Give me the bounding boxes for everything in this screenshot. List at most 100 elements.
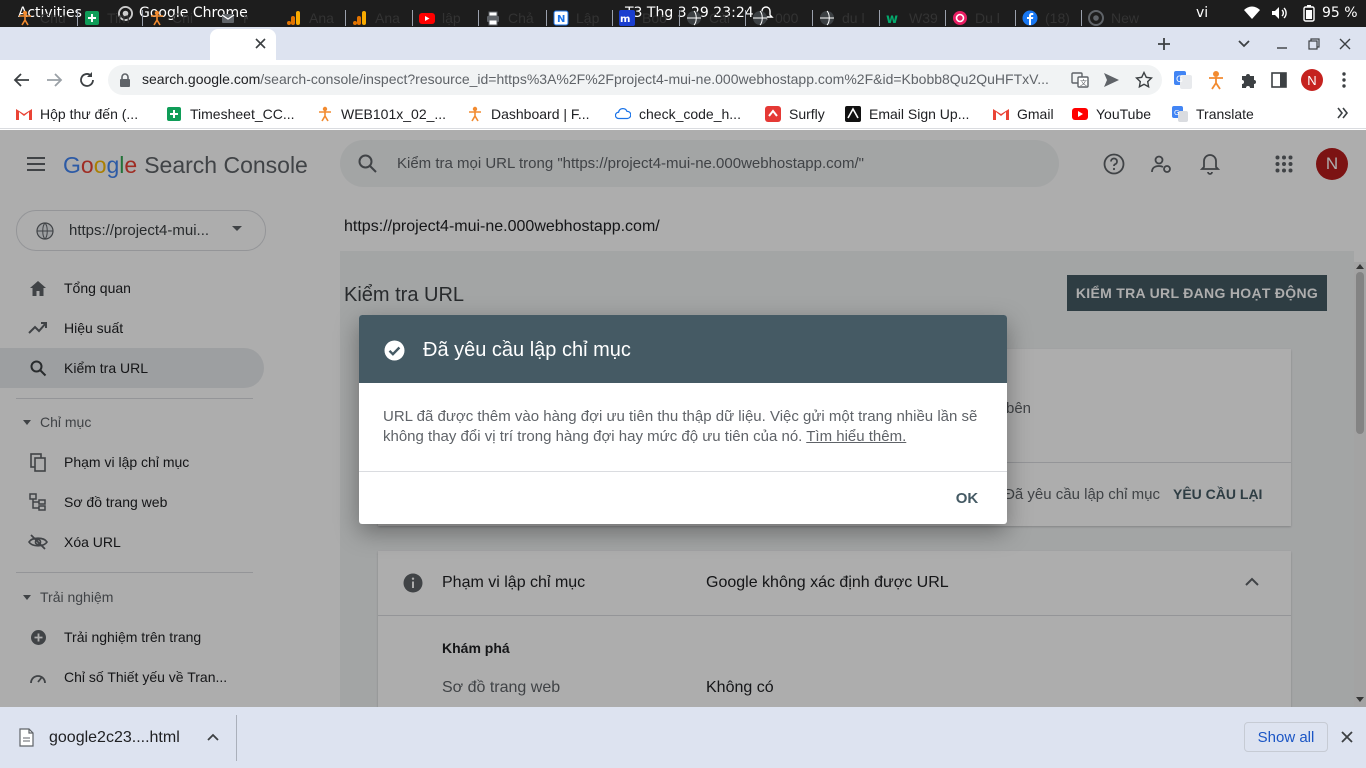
tab[interactable]: m Boo <box>619 6 671 29</box>
forward-icon[interactable] <box>45 71 63 89</box>
tab[interactable]: Chi <box>149 6 201 29</box>
tab[interactable]: Tim <box>84 6 136 29</box>
figure-extension-icon[interactable] <box>1207 70 1225 90</box>
tab-label: Cài <box>709 9 731 26</box>
downloaded-file-name[interactable]: google2c23....html <box>49 729 180 747</box>
show-all-downloads-button[interactable]: Show all <box>1244 722 1328 752</box>
url-text[interactable]: search.google.com/search-console/inspect… <box>142 71 1062 87</box>
wifi-icon[interactable] <box>1244 6 1260 20</box>
tab-label: (18) <box>1045 9 1070 26</box>
tab-label: New <box>1111 9 1140 26</box>
bookmark-item[interactable]: Surfly <box>765 105 825 123</box>
globe-icon <box>752 10 768 26</box>
bookmark-item[interactable]: Timesheet_CC... <box>166 105 295 123</box>
ok-button[interactable]: OK <box>943 482 991 514</box>
bookmark-item[interactable]: Email Sign Up... <box>845 105 969 123</box>
globe-icon <box>819 10 835 26</box>
tab-label: 000 <box>775 9 799 26</box>
close-tab-icon[interactable] <box>255 38 266 49</box>
back-icon[interactable] <box>13 71 31 89</box>
tab-label: Tim <box>107 9 130 26</box>
bookmark-item[interactable]: Dashboard | F... <box>467 105 590 123</box>
tab-label: K <box>243 9 248 26</box>
tab[interactable]: w W39 <box>886 6 938 29</box>
tab[interactable]: lập <box>419 6 471 29</box>
sheets-icon <box>166 106 182 122</box>
dialog-title: Đã yêu cầu lập chỉ mục <box>423 339 631 361</box>
bookmark-item[interactable]: Hộp thư đến (... <box>16 105 138 123</box>
tab-separator <box>812 10 813 26</box>
tab-separator <box>612 10 613 26</box>
close-window-icon[interactable] <box>1339 38 1351 50</box>
tab[interactable]: (18) <box>1022 6 1074 29</box>
surfly-icon <box>765 106 781 122</box>
youtube-icon <box>1072 106 1088 122</box>
send-icon[interactable] <box>1103 72 1120 88</box>
tab-separator <box>546 10 547 26</box>
bookmark-item[interactable]: G Translate <box>1172 105 1254 123</box>
tab-separator <box>879 10 880 26</box>
tab[interactable]: N Lập <box>553 6 605 29</box>
input-language[interactable]: vi <box>1196 5 1208 21</box>
printer-icon <box>485 10 501 26</box>
youtube-icon <box>419 10 435 26</box>
volume-icon[interactable] <box>1271 6 1289 20</box>
tab-separator <box>1015 10 1016 26</box>
tab[interactable]: Chả <box>485 6 537 29</box>
tab[interactable]: Cài <box>686 6 738 29</box>
reload-icon[interactable] <box>78 71 96 89</box>
bookmark-label: Hộp thư đến (... <box>40 106 139 122</box>
battery-icon[interactable] <box>1302 5 1316 22</box>
tab[interactable]: New <box>1088 6 1140 29</box>
tab-active[interactable]: K <box>220 6 248 29</box>
bookmark-item[interactable]: YouTube <box>1072 105 1151 123</box>
figure-icon <box>467 106 483 122</box>
tab-search-icon[interactable] <box>1236 37 1252 51</box>
more-bookmarks-icon[interactable] <box>1336 106 1350 120</box>
tab[interactable]: Chu <box>17 6 69 29</box>
maximize-icon[interactable] <box>1308 38 1320 50</box>
translate-icon: G <box>1172 106 1188 122</box>
lock-icon[interactable] <box>118 72 132 88</box>
bookmark-item[interactable]: WEB101x_02_... <box>317 105 446 123</box>
tab[interactable]: Ana <box>286 6 338 29</box>
boo-icon: m <box>619 9 635 26</box>
gmail-icon <box>16 106 32 122</box>
chrome-menu-icon[interactable] <box>1337 71 1351 89</box>
chrome-icon <box>1088 9 1104 26</box>
url-host: search.google.com <box>142 71 261 87</box>
tab-separator <box>478 10 479 26</box>
tab-label: Chả <box>508 9 534 26</box>
tab[interactable]: Ana <box>352 6 404 29</box>
pink-circle-icon <box>952 10 968 26</box>
tab-label: Chi <box>172 9 194 26</box>
chevron-up-icon[interactable] <box>207 733 219 741</box>
tab[interactable]: du l <box>819 6 871 29</box>
bookmark-label: Gmail <box>1017 106 1054 122</box>
tab-label: lập <box>442 9 461 26</box>
tab[interactable]: Du l <box>952 6 1004 29</box>
analytics-icon <box>352 10 368 26</box>
cloud-icon <box>615 106 631 122</box>
bookmark-label: WEB101x_02_... <box>341 106 447 122</box>
learn-more-link[interactable]: Tìm hiểu thêm. <box>806 428 906 445</box>
extensions-puzzle-icon[interactable] <box>1239 71 1257 89</box>
bookmark-item[interactable]: check_code_h... <box>615 105 741 123</box>
download-bar <box>0 707 1366 768</box>
bookmark-star-icon[interactable] <box>1135 71 1153 89</box>
translate-page-icon[interactable]: 文 <box>1071 71 1089 89</box>
battery-level: 95 % <box>1322 5 1358 21</box>
tab[interactable]: 000 <box>752 6 804 29</box>
side-panel-icon[interactable] <box>1271 72 1287 88</box>
bookmark-label: check_code_h... <box>639 106 741 122</box>
bookmark-item[interactable]: Gmail <box>993 105 1054 123</box>
new-tab-icon[interactable] <box>1155 35 1173 53</box>
active-tab-bg <box>210 29 276 60</box>
tab-label: Boo <box>642 9 667 26</box>
translate-extension-icon[interactable]: G <box>1174 71 1192 89</box>
tab-label: Chu <box>40 9 66 26</box>
bookmark-label: Translate <box>1196 106 1254 122</box>
close-download-bar-icon[interactable] <box>1341 731 1353 743</box>
minimize-icon[interactable] <box>1276 38 1288 50</box>
profile-avatar[interactable]: N <box>1301 69 1323 91</box>
